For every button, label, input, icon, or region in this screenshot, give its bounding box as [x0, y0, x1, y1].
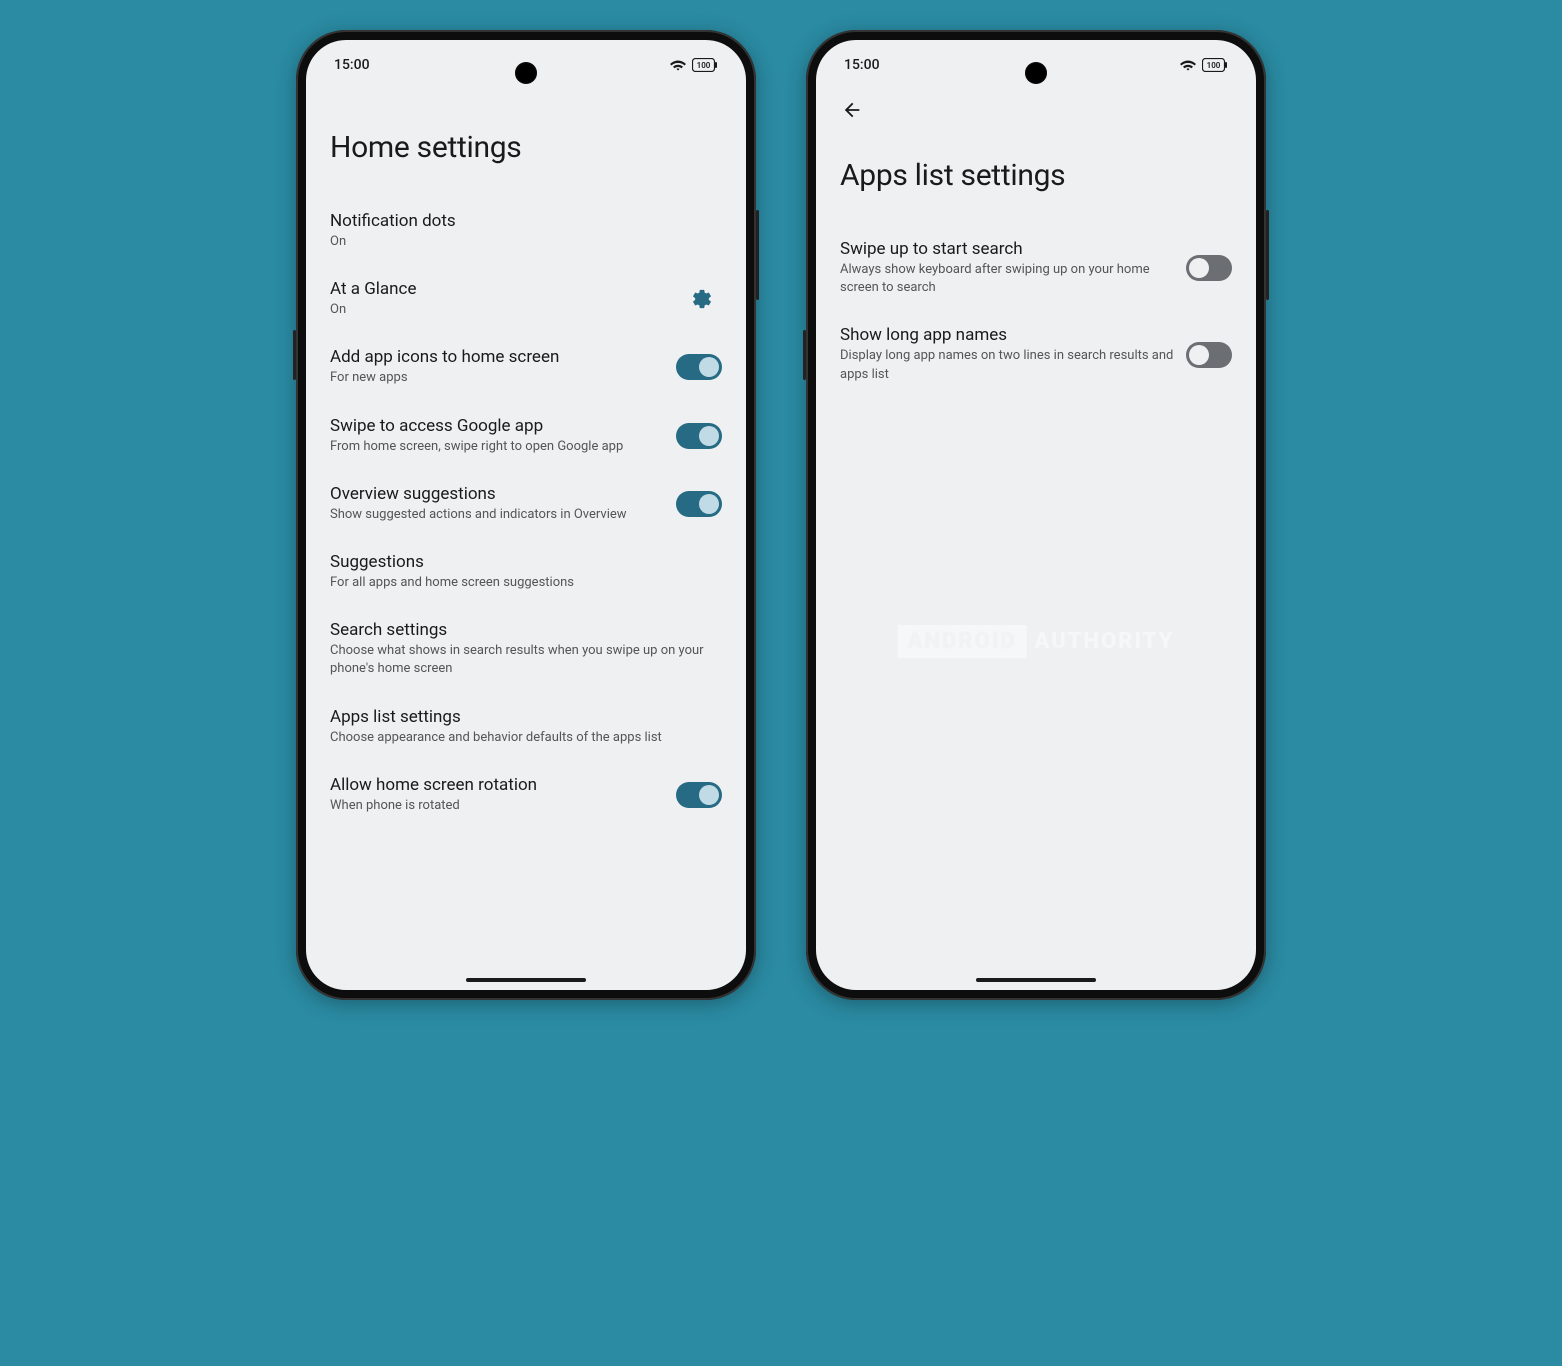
nav-bar [816, 90, 1256, 130]
setting-title: Add app icons to home screen [330, 347, 664, 367]
setting-subtitle: When phone is rotated [330, 797, 664, 815]
setting-swipe-google-app[interactable]: Swipe to access Google app From home scr… [314, 402, 738, 470]
setting-title: Allow home screen rotation [330, 775, 664, 795]
setting-subtitle: Show suggested actions and indicators in… [330, 506, 664, 524]
status-time: 15:00 [844, 57, 880, 73]
setting-subtitle: Choose appearance and behavior defaults … [330, 729, 722, 747]
wifi-icon [1180, 58, 1196, 72]
setting-subtitle: On [330, 233, 722, 251]
setting-swipe-up-search[interactable]: Swipe up to start search Always show key… [824, 225, 1248, 311]
camera-cutout [515, 62, 537, 84]
toggle-switch[interactable] [1186, 255, 1232, 281]
side-button [756, 210, 759, 300]
page-title: Apps list settings [816, 130, 1256, 225]
side-button [293, 330, 296, 380]
phone-frame-right: 15:00 100 Apps list settings Swipe up to… [806, 30, 1266, 1000]
toggle-switch[interactable] [1186, 342, 1232, 368]
setting-notification-dots[interactable]: Notification dots On [314, 197, 738, 265]
setting-allow-rotation[interactable]: Allow home screen rotation When phone is… [314, 761, 738, 829]
setting-subtitle: On [330, 301, 670, 319]
setting-suggestions[interactable]: Suggestions For all apps and home screen… [314, 538, 738, 606]
phone-frame-left: 15:00 100 Home settings Notification dot… [296, 30, 756, 1000]
nav-indicator[interactable] [976, 978, 1096, 982]
toggle-switch[interactable] [676, 782, 722, 808]
side-button [803, 330, 806, 380]
setting-search-settings[interactable]: Search settings Choose what shows in sea… [314, 606, 738, 692]
setting-title: Show long app names [840, 325, 1174, 345]
setting-show-long-names[interactable]: Show long app names Display long app nam… [824, 311, 1248, 397]
nav-indicator[interactable] [466, 978, 586, 982]
setting-title: Overview suggestions [330, 484, 664, 504]
setting-subtitle: For all apps and home screen suggestions [330, 574, 722, 592]
settings-list[interactable]: Notification dots On At a Glance On Add … [306, 197, 746, 990]
setting-title: Apps list settings [330, 707, 722, 727]
battery-icon: 100 [1202, 58, 1228, 72]
setting-title: Notification dots [330, 211, 722, 231]
settings-list[interactable]: Swipe up to start search Always show key… [816, 225, 1256, 990]
gear-icon[interactable] [682, 279, 722, 319]
page-title: Home settings [306, 90, 746, 197]
back-button[interactable] [832, 90, 872, 130]
setting-title: Swipe to access Google app [330, 416, 664, 436]
status-time: 15:00 [334, 57, 370, 73]
arrow-left-icon [841, 99, 863, 121]
svg-text:100: 100 [1207, 61, 1221, 70]
wifi-icon [670, 58, 686, 72]
setting-subtitle: Display long app names on two lines in s… [840, 347, 1174, 383]
setting-title: Suggestions [330, 552, 722, 572]
phone-screen-left: 15:00 100 Home settings Notification dot… [306, 40, 746, 990]
toggle-switch[interactable] [676, 354, 722, 380]
camera-cutout [1025, 62, 1047, 84]
watermark-brand2: AUTHORITY [1035, 629, 1175, 654]
setting-subtitle: Choose what shows in search results when… [330, 642, 722, 678]
setting-apps-list-settings[interactable]: Apps list settings Choose appearance and… [314, 693, 738, 761]
setting-title: At a Glance [330, 279, 670, 299]
toggle-switch[interactable] [676, 423, 722, 449]
setting-at-a-glance[interactable]: At a Glance On [314, 265, 738, 333]
setting-subtitle: From home screen, swipe right to open Go… [330, 438, 664, 456]
setting-subtitle: Always show keyboard after swiping up on… [840, 261, 1174, 297]
watermark: ANDROID AUTHORITY [898, 625, 1175, 658]
setting-add-app-icons[interactable]: Add app icons to home screen For new app… [314, 333, 738, 401]
setting-title: Search settings [330, 620, 722, 640]
toggle-switch[interactable] [676, 491, 722, 517]
side-button [1266, 210, 1269, 300]
setting-subtitle: For new apps [330, 369, 664, 387]
battery-icon: 100 [692, 58, 718, 72]
phone-screen-right: 15:00 100 Apps list settings Swipe up to… [816, 40, 1256, 990]
setting-title: Swipe up to start search [840, 239, 1174, 259]
watermark-brand1: ANDROID [898, 625, 1027, 658]
svg-text:100: 100 [697, 61, 711, 70]
setting-overview-suggestions[interactable]: Overview suggestions Show suggested acti… [314, 470, 738, 538]
